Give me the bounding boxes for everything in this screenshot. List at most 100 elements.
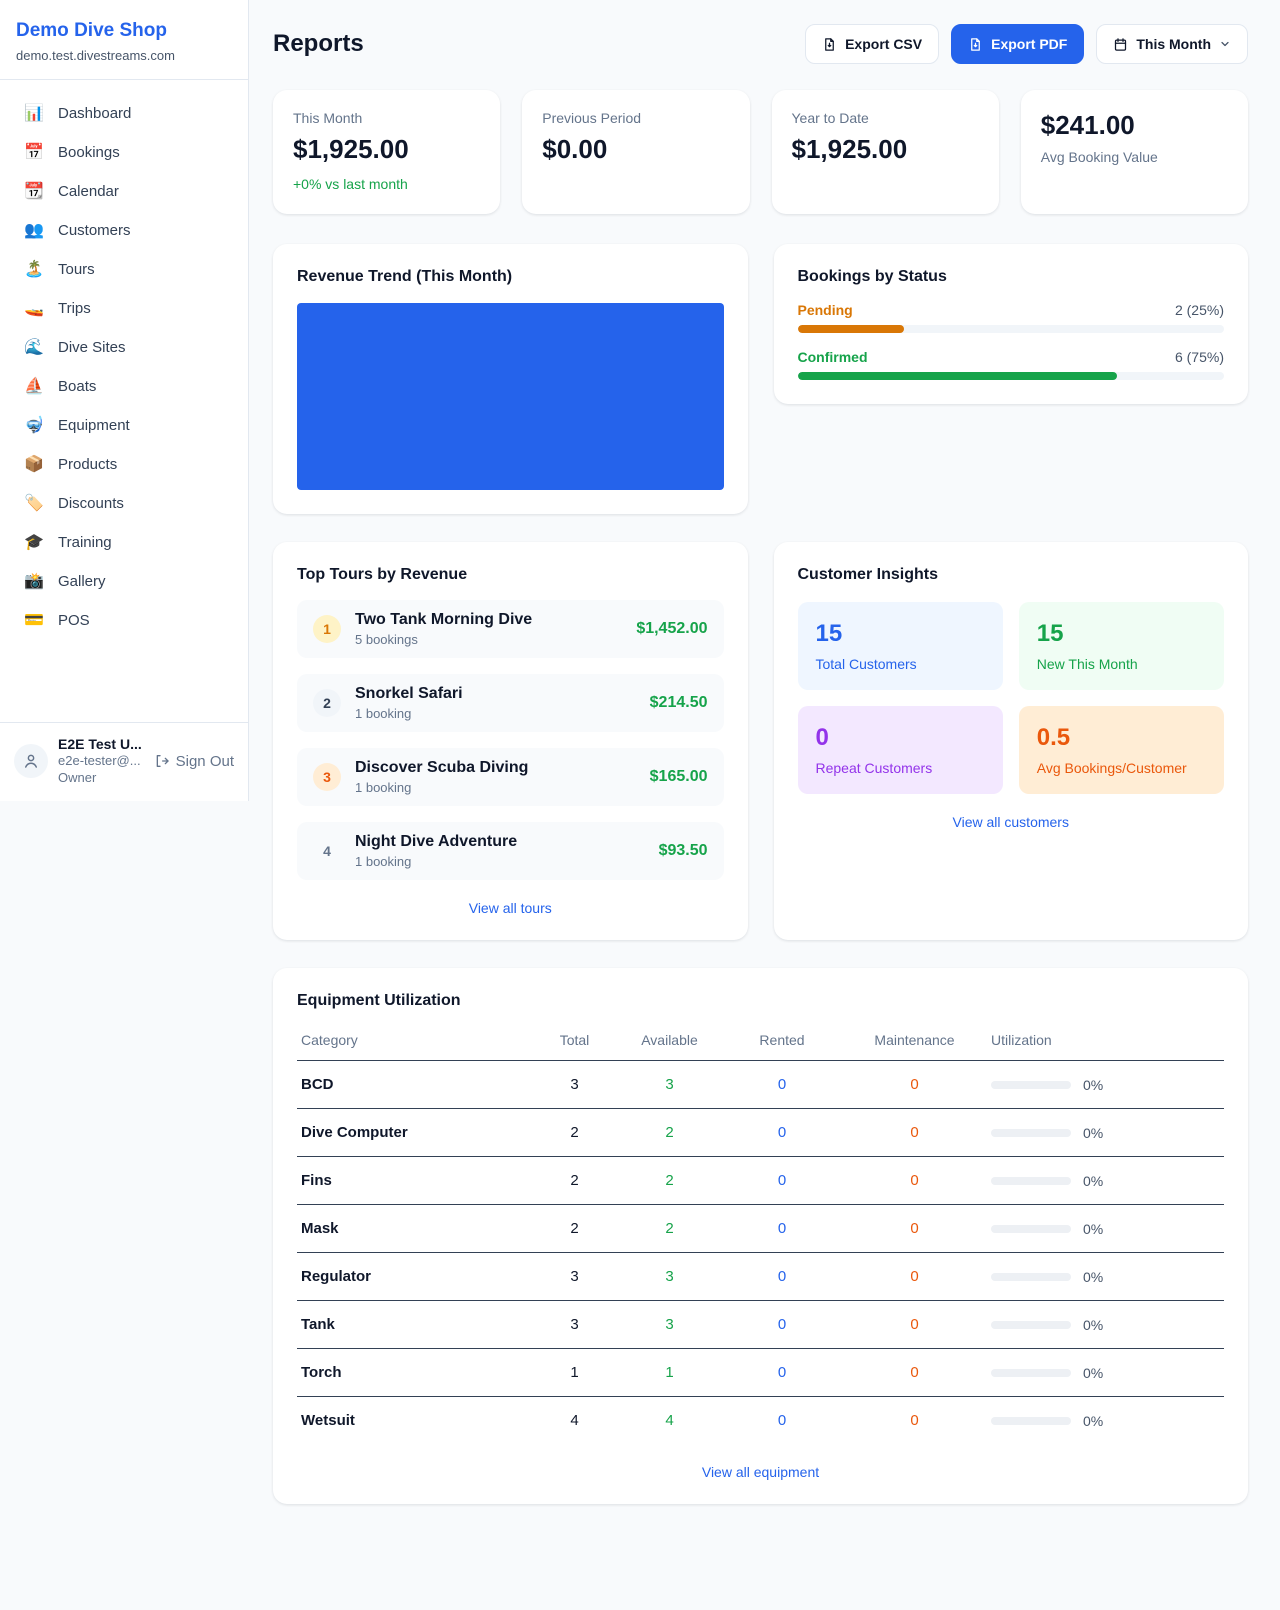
stat-cards: This Month $1,925.00 +0% vs last month P… <box>273 90 1248 214</box>
cell-total: 3 <box>532 1301 617 1349</box>
cell-maintenance: 0 <box>842 1061 987 1109</box>
stat-value: $1,925.00 <box>792 134 979 165</box>
revenue-trend-chart <box>297 303 724 490</box>
export-pdf-label: Export PDF <box>991 36 1067 52</box>
cell-category: BCD <box>297 1061 532 1109</box>
sidebar-item-equipment[interactable]: 🤿 Equipment <box>0 406 248 445</box>
sidebar-nav: 📊 Dashboard 📅 Bookings 📆 Calendar 👥 Cust… <box>0 80 248 722</box>
utilization-percent: 0% <box>1083 1077 1103 1093</box>
shop-logo[interactable]: Demo Dive Shop demo.test.divestreams.com <box>0 0 248 80</box>
utilization-bar <box>991 1081 1071 1089</box>
insight-value: 15 <box>1037 620 1206 648</box>
sidebar-item-gallery[interactable]: 📸 Gallery <box>0 562 248 601</box>
sidebar-item-bookings[interactable]: 📅 Bookings <box>0 133 248 172</box>
insight-label: Repeat Customers <box>816 760 985 776</box>
credit-card-icon: 💳 <box>24 613 44 629</box>
sign-out-button[interactable]: Sign Out <box>154 753 234 770</box>
utilization-percent: 0% <box>1083 1317 1103 1333</box>
utilization-bar <box>991 1129 1071 1137</box>
camera-icon: 📸 <box>24 574 44 590</box>
utilization-percent: 0% <box>1083 1269 1103 1285</box>
sidebar-item-trips[interactable]: 🚤 Trips <box>0 289 248 328</box>
table-row: Regulator 3 3 0 0 0% <box>297 1253 1224 1301</box>
cell-category: Regulator <box>297 1253 532 1301</box>
sailboat-icon: ⛵ <box>24 379 44 395</box>
cell-category: Wetsuit <box>297 1397 532 1445</box>
chevron-down-icon <box>1219 38 1231 50</box>
user-role: Owner <box>58 770 142 787</box>
people-icon: 👥 <box>24 223 44 239</box>
utilization-bar <box>991 1225 1071 1233</box>
export-pdf-button[interactable]: Export PDF <box>951 24 1084 64</box>
cell-total: 2 <box>532 1205 617 1253</box>
cell-available: 4 <box>617 1397 722 1445</box>
cell-category: Mask <box>297 1205 532 1253</box>
sidebar-item-label: POS <box>58 612 90 629</box>
sidebar-item-label: Tours <box>58 261 95 278</box>
app-root: Demo Dive Shop demo.test.divestreams.com… <box>0 0 1280 1580</box>
tour-name: Two Tank Morning Dive <box>355 611 532 629</box>
cell-utilization: 0% <box>987 1253 1224 1301</box>
stat-label: Previous Period <box>542 110 729 126</box>
tour-name: Night Dive Adventure <box>355 833 517 851</box>
sidebar-item-tours[interactable]: 🏝️ Tours <box>0 250 248 289</box>
sidebar-item-dashboard[interactable]: 📊 Dashboard <box>0 94 248 133</box>
stat-label: Year to Date <box>792 110 979 126</box>
status-bar-track <box>798 372 1225 380</box>
view-all-tours-link[interactable]: View all tours <box>297 900 724 916</box>
period-dropdown[interactable]: This Month <box>1096 24 1248 64</box>
cell-utilization: 0% <box>987 1109 1224 1157</box>
equipment-table: Category Total Available Rented Maintena… <box>297 1022 1224 1444</box>
stat-value: $0.00 <box>542 134 729 165</box>
graduation-cap-icon: 🎓 <box>24 535 44 551</box>
cell-available: 2 <box>617 1205 722 1253</box>
sidebar-item-training[interactable]: 🎓 Training <box>0 523 248 562</box>
column-header-available: Available <box>617 1022 722 1061</box>
diving-mask-icon: 🤿 <box>24 418 44 434</box>
stat-card-this-month: This Month $1,925.00 +0% vs last month <box>273 90 500 214</box>
status-value: 2 (25%) <box>1175 302 1224 318</box>
file-download-icon <box>822 37 837 52</box>
speedboat-icon: 🚤 <box>24 301 44 317</box>
cell-total: 3 <box>532 1253 617 1301</box>
equipment-utilization-card: Equipment Utilization Category Total Ava… <box>273 968 1248 1504</box>
stat-delta: +0% vs last month <box>293 176 480 192</box>
tour-bookings: 1 booking <box>355 854 517 869</box>
utilization-percent: 0% <box>1083 1125 1103 1141</box>
insight-label: Avg Bookings/Customer <box>1037 760 1206 776</box>
status-row-pending: Pending 2 (25%) <box>798 302 1225 333</box>
view-all-customers-link[interactable]: View all customers <box>798 814 1225 830</box>
calendar-date-icon: 📅 <box>24 145 44 161</box>
user-name: E2E Test U... <box>58 735 142 753</box>
equipment-utilization-title: Equipment Utilization <box>297 992 1224 1010</box>
cell-total: 1 <box>532 1349 617 1397</box>
export-csv-button[interactable]: Export CSV <box>805 24 939 64</box>
column-header-utilization: Utilization <box>987 1022 1224 1061</box>
sidebar-item-products[interactable]: 📦 Products <box>0 445 248 484</box>
period-label: This Month <box>1136 36 1211 52</box>
avatar <box>14 744 48 778</box>
cell-utilization: 0% <box>987 1205 1224 1253</box>
sidebar-item-boats[interactable]: ⛵ Boats <box>0 367 248 406</box>
stat-value: $1,925.00 <box>293 134 480 165</box>
sidebar: Demo Dive Shop demo.test.divestreams.com… <box>0 0 249 801</box>
sidebar-item-label: Gallery <box>58 573 106 590</box>
cell-rented: 0 <box>722 1253 842 1301</box>
sidebar-item-calendar[interactable]: 📆 Calendar <box>0 172 248 211</box>
sidebar-item-pos[interactable]: 💳 POS <box>0 601 248 640</box>
column-header-rented: Rented <box>722 1022 842 1061</box>
view-all-equipment-link[interactable]: View all equipment <box>297 1464 1224 1480</box>
sidebar-item-dive-sites[interactable]: 🌊 Dive Sites <box>0 328 248 367</box>
table-row: Torch 1 1 0 0 0% <box>297 1349 1224 1397</box>
file-download-icon <box>968 37 983 52</box>
tour-bookings: 1 booking <box>355 706 463 721</box>
cell-rented: 0 <box>722 1301 842 1349</box>
sidebar-item-customers[interactable]: 👥 Customers <box>0 211 248 250</box>
page-title: Reports <box>273 30 364 58</box>
rank-badge: 4 <box>313 837 341 865</box>
sidebar-item-label: Trips <box>58 300 91 317</box>
top-tours-card: Top Tours by Revenue 1 Two Tank Morning … <box>273 542 748 940</box>
cell-utilization: 0% <box>987 1157 1224 1205</box>
sidebar-item-label: Equipment <box>58 417 130 434</box>
sidebar-item-discounts[interactable]: 🏷️ Discounts <box>0 484 248 523</box>
